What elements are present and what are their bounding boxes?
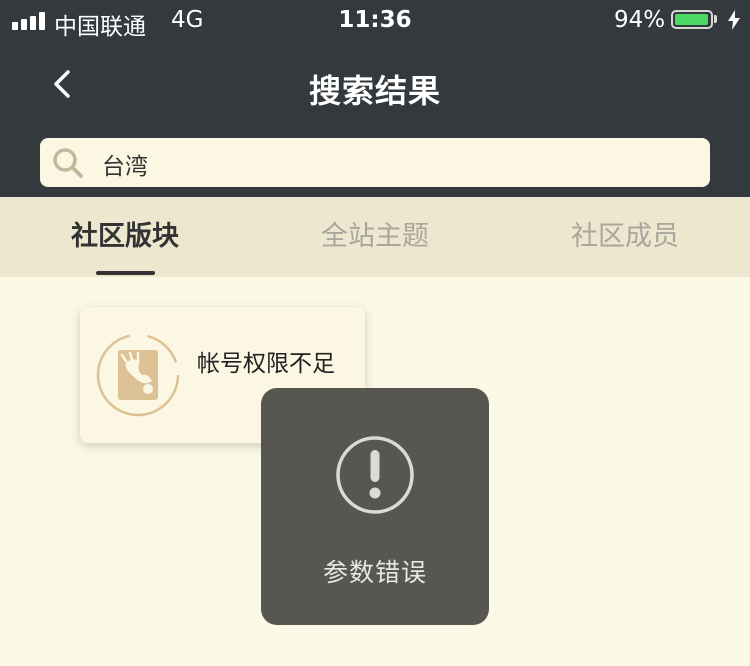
toast-message: 参数错误 bbox=[322, 558, 427, 587]
forum-logo-icon bbox=[96, 333, 180, 417]
tab-bar: 社区版块 全站主题 社区成员 bbox=[0, 197, 750, 277]
battery-percent: 94% bbox=[614, 7, 666, 33]
result-card-label: 帐号权限不足 bbox=[197, 351, 335, 377]
search-input[interactable] bbox=[100, 138, 694, 189]
page-title: 搜索结果 bbox=[308, 72, 441, 110]
exclamation-circle-icon bbox=[336, 436, 414, 514]
charging-bolt-icon bbox=[728, 10, 740, 30]
search-bar[interactable] bbox=[40, 138, 710, 189]
tab-topics[interactable]: 全站主题 bbox=[250, 197, 500, 277]
status-bar: 中国联通 4G 11:36 94% bbox=[0, 0, 750, 42]
tab-members[interactable]: 社区成员 bbox=[500, 197, 750, 277]
header: 中国联通 4G 11:36 94% 搜索结果 bbox=[0, 0, 750, 197]
error-toast: 参数错误 bbox=[261, 388, 489, 625]
battery-icon bbox=[671, 10, 713, 29]
navbar: 搜索结果 bbox=[0, 50, 750, 120]
battery-tip bbox=[714, 15, 717, 23]
search-icon bbox=[53, 148, 83, 178]
tab-forums[interactable]: 社区版块 bbox=[0, 197, 250, 277]
active-tab-indicator bbox=[96, 271, 155, 275]
